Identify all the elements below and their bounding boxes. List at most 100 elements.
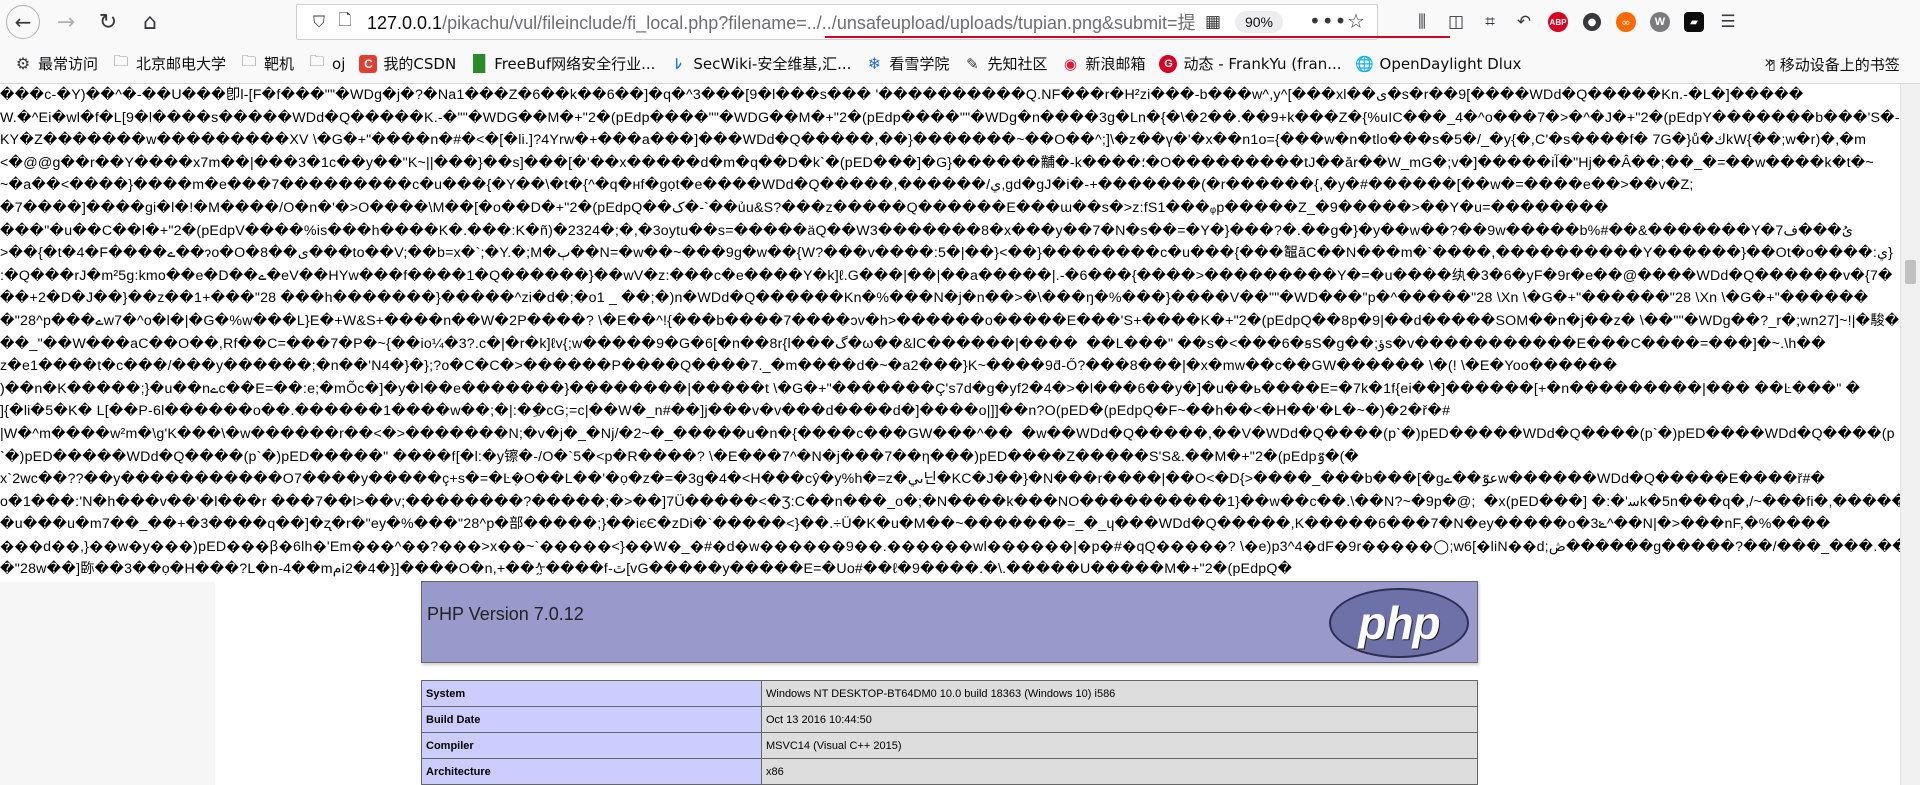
bookmark-opendaylight[interactable]: 🌐 OpenDaylight Dlux: [1355, 54, 1522, 73]
garbled-line: >��{�t�4�F����ے��ɂo�O�8��ی���to��V;��b=x…: [0, 245, 1894, 262]
arrow-right-icon: →: [56, 9, 76, 35]
reload-icon: ↻: [98, 9, 118, 35]
bookmark-label: 看雪学院: [889, 55, 950, 73]
bookmark-secwiki[interactable]: ﾚ SecWiki-安全维基,汇...: [669, 53, 852, 74]
back-button[interactable]: ←: [6, 5, 40, 39]
folder-icon: 🗀: [309, 52, 325, 70]
table-value: x86: [761, 758, 1478, 785]
page-info-icon[interactable]: 🗋: [333, 9, 357, 36]
bookmark-label: oj: [332, 54, 346, 73]
garbled-line: �"28^p���ےw7�^o�l�|�G�%w���L}E�+W&S+����…: [0, 312, 1900, 329]
forward-button[interactable]: →: [48, 4, 84, 40]
url-text[interactable]: 127.0.0.1/pikachu/vul/fileinclude/fi_loc…: [367, 9, 1195, 35]
garbled-line: :�Q���rJ�m²5g:kmo��e�D��ے�eV��HYw���f���…: [0, 267, 1893, 284]
table-value: Oct 13 2016 10:44:50: [761, 706, 1478, 733]
garbled-line: ��_"��W���aC��O��,Rf��C=���7�P�~{��io¼�3…: [0, 335, 1827, 352]
bookmark-label: FreeBuf网络安全行业...: [494, 55, 656, 73]
table-key: Architecture: [421, 758, 762, 785]
folder-icon: 🗀: [241, 52, 257, 70]
url-path: /pikachu/vul/fileinclude/fi_local.php?fi…: [442, 13, 1195, 33]
reload-button[interactable]: ↻: [90, 4, 126, 40]
garbled-line: x`2wc��??��y�����������O7����y�����ç+s�=…: [0, 471, 1826, 488]
garbled-line: `�)pED�����WDd�Q����(p`�)pED�����" ����f…: [0, 448, 1359, 465]
garbled-line: ~�a��<����}����m�e���7���������c�u���{�Y…: [0, 177, 1694, 194]
w-extension-icon[interactable]: W: [1643, 4, 1677, 40]
extension-icon[interactable]: ▰: [1677, 4, 1711, 40]
table-row: Architecture x86: [421, 758, 1478, 785]
garbled-line: ]{�li�5�K� L[��P-6l������o��.������1����…: [0, 403, 1451, 420]
table-row: System Windows NT DESKTOP-BT64DM0 10.0 bu…: [421, 680, 1478, 707]
account-icon[interactable]: ●: [1575, 4, 1609, 40]
table-row: Compiler MSVC14 (Visual C++ 2015): [421, 732, 1478, 759]
bookmark-freebuf[interactable]: ▐▌ FreeBuf网络安全行业...: [466, 53, 656, 74]
php-logo-text: php: [1358, 597, 1440, 649]
left-gutter: [0, 582, 215, 785]
bookmark-folder-oj[interactable]: 🗀 oj: [308, 52, 346, 73]
garbled-line: |W�^m����w²m�\g'K���\�w������r��<�>�����…: [0, 425, 1895, 442]
bookmark-label: 动态 - FrankYu (fran...: [1183, 55, 1342, 73]
home-icon: ⌂: [143, 9, 157, 35]
bookmark-mobile[interactable]: ▯ 移动设备上的书签: [1768, 54, 1900, 75]
zoom-indicator[interactable]: 90%: [1235, 11, 1283, 33]
weibo-icon: ◉: [1063, 54, 1077, 73]
mobile-icon: ▯: [1768, 56, 1776, 73]
gear-icon: ⚙: [15, 54, 31, 73]
home-button[interactable]: ⌂: [132, 4, 168, 40]
scrollbar-thumb[interactable]: [1905, 260, 1916, 284]
garbled-line: �"28w��]䑐��3��ọ�H���?L�n-4��mمi2�4�}]���…: [0, 561, 1293, 578]
url-underline-annotation: [825, 36, 1450, 38]
table-value: Windows NT DESKTOP-BT64DM0 10.0 build 18…: [761, 680, 1478, 707]
menu-icon[interactable]: ☰: [1711, 4, 1745, 40]
bookmark-folder-target[interactable]: 🗀 靶机: [240, 52, 295, 74]
bookmark-label: 先知社区: [987, 55, 1048, 73]
bookmark-star-icon[interactable]: ☆: [1347, 9, 1365, 33]
garbled-line: ��+2�D�J��}��z��1+���"28 ���h�������}���…: [0, 290, 1869, 307]
bookmark-label: OpenDaylight Dlux: [1379, 54, 1522, 73]
library-icon[interactable]: ⫼: [1405, 4, 1439, 40]
garbled-line: �7����]����gi�l�!�M����/O�n�'�>O����\M��…: [0, 199, 1609, 216]
bookmark-label: 靶机: [264, 55, 295, 73]
bookmarks-bar: ⚙ 最常访问 🗀 北京邮电大学 🗀 靶机 🗀 oj C 我的CSDN ▐▌ FreeBuf网…: [0, 44, 1920, 84]
address-bar[interactable]: ⛉ 🗋 127.0.0.1/pikachu/vul/fileinclude/fi…: [296, 4, 1450, 40]
url-host: 127.0.0.1: [367, 13, 443, 33]
garbled-line: <�@@g��r��Y����x7m��|���3�1c��y��"K~||��…: [0, 154, 1874, 171]
garbled-line: KY�Z�������w���������XV \�G�+"����n�#�<�…: [0, 132, 1867, 149]
dongtai-icon: G: [1159, 54, 1178, 73]
bookmark-xianzhi[interactable]: ✎ 先知社区: [963, 53, 1047, 74]
bookmark-most-visited[interactable]: ⚙ 最常访问: [14, 53, 98, 74]
bookmark-label: SecWiki-安全维基,汇...: [693, 55, 852, 73]
kanxue-icon: ❄: [867, 54, 882, 73]
table-row: Build Date Oct 13 2016 10:44:50: [421, 706, 1478, 733]
table-value: MSVC14 (Visual C++ 2015): [761, 732, 1478, 759]
garbled-line: o�1���:'N�h���v��'�l���r ���7��l>��v;���…: [0, 493, 1900, 510]
page-actions-menu-icon[interactable]: •••: [1309, 9, 1347, 33]
freebuf-icon: ▐▌: [466, 54, 492, 73]
tracking-shield-icon[interactable]: ⛉: [305, 12, 333, 32]
garbled-line: �u���u�m7��_��+�3����q��]�ʐ�r�"ey�%���"2…: [0, 516, 1831, 533]
bookmark-kanxue[interactable]: ❄ 看雪学院: [865, 53, 950, 74]
garbled-binary-output: ���c-�Y)��^�-��U���卽l-[F�f���""�WDg�j�?�…: [0, 84, 1900, 581]
bookmark-sina-mail[interactable]: ◉ 新浪邮箱: [1061, 53, 1146, 74]
undo-icon[interactable]: ↶: [1507, 4, 1541, 40]
qr-code-icon[interactable]: ▦: [1205, 12, 1225, 32]
bookmark-label: 移动设备上的书签: [1779, 56, 1900, 74]
garbled-line: W.�^Ei�wl�f�L[9�l����s�����WDd�Q�����K.-…: [0, 109, 1900, 126]
sidebar-icon[interactable]: ◫: [1439, 4, 1473, 40]
page-content: ���c-�Y)��^�-��U���卽l-[F�f���""�WDg�j�?�…: [0, 84, 1920, 785]
secwiki-icon: ﾚ: [674, 56, 682, 73]
garbled-line: )��n�K�����;}�u��nےc��E=��:e;�mÕc�]�y�l�…: [0, 380, 1861, 397]
bookmark-csdn[interactable]: C 我的CSDN: [359, 53, 456, 74]
screenshot-crop-icon[interactable]: ⌗: [1473, 4, 1507, 40]
garbled-line: z�e1����t�c���/���y������;�n��'N4�}�};?o…: [0, 358, 1618, 375]
toolbar-right-icons: ⫼ ◫ ⌗ ↶ ABP ● ∞ W ▰ ☰: [1405, 4, 1745, 40]
bookmark-folder-bupt[interactable]: 🗀 北京邮电大学: [112, 52, 227, 74]
table-key: Compiler: [421, 732, 762, 759]
folder-icon: 🗀: [113, 52, 129, 70]
adblock-plus-icon[interactable]: ABP: [1541, 4, 1575, 40]
navigation-toolbar: ← → ↻ ⌂ ⛉ 🗋 127.0.0.1/pikachu/vul/filein…: [0, 0, 1920, 44]
bookmark-dongtai[interactable]: G 动态 - FrankYu (fran...: [1159, 53, 1342, 74]
bookmark-label: 最常访问: [38, 55, 99, 73]
table-key: Build Date: [421, 706, 762, 733]
infinity-extension-icon[interactable]: ∞: [1609, 4, 1643, 40]
vertical-scrollbar[interactable]: [1900, 84, 1920, 785]
